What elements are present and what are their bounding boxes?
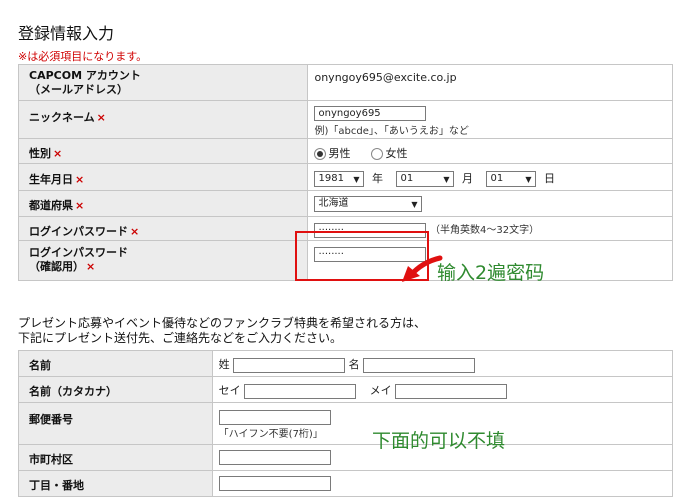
- section2-intro: プレゼント応募やイベント優待などのファンクラブ特典を希望される方は、 下記にプレ…: [18, 316, 426, 346]
- pref-label-cell: 都道府県 ×: [17, 190, 309, 217]
- birth-month-select[interactable]: 01 ▼: [396, 171, 455, 187]
- birth-year-value: 1981: [318, 173, 344, 184]
- nickname-input[interactable]: onyngoy695: [314, 106, 427, 121]
- name-label-cell: 名前: [18, 350, 213, 377]
- zip-label: 郵便番号: [29, 413, 73, 426]
- required-mark: ×: [86, 260, 96, 273]
- required-mark: ×: [75, 199, 85, 212]
- name-cell: 姓 名: [211, 350, 673, 377]
- pref-value: 北海道: [318, 198, 349, 209]
- birth-year-unit: 年: [371, 172, 383, 185]
- nickname-hint: 例)「abcde」、「あいうえお」など: [314, 126, 469, 137]
- zip-input[interactable]: [218, 410, 331, 425]
- kana-label: 名前（カタカナ）: [29, 385, 117, 398]
- first-name-input[interactable]: [363, 357, 476, 373]
- nickname-label: ニックネーム: [29, 111, 95, 124]
- kana-label-cell: 名前（カタカナ）: [18, 376, 213, 403]
- birth-cell: 1981 ▼ 年 01 ▼ 月 01 ▼ 日: [307, 163, 673, 191]
- name-label: 名前: [29, 359, 51, 372]
- address-label: 丁目・番地: [29, 479, 84, 492]
- birth-month-value: 01: [400, 173, 414, 184]
- required-mark: ×: [75, 173, 85, 186]
- password-hint: （半角英数4〜32文字）: [429, 225, 540, 236]
- annotation-enter-twice: 输入2遍密码: [437, 262, 545, 284]
- account-label: CAPCOM アカウント （メールアドレス）: [17, 64, 309, 101]
- city-label-cell: 市町村区: [18, 444, 213, 471]
- password-confirm-label-line2: （確認用）: [29, 260, 84, 273]
- nickname-label-cell: ニックネーム ×: [17, 100, 309, 139]
- address-label-cell: 丁目・番地: [18, 470, 213, 497]
- section2-line1: プレゼント応募やイベント優待などのファンクラブ特典を希望される方は、: [18, 316, 427, 330]
- birth-year-select[interactable]: 1981 ▼: [314, 171, 365, 187]
- required-mark: ×: [53, 147, 63, 160]
- password-label: ログインパスワード: [29, 225, 128, 238]
- account-label-line2: （メールアドレス）: [29, 83, 128, 96]
- password-label-cell: ログインパスワード ×: [17, 216, 309, 241]
- chevron-down-icon: ▼: [525, 175, 532, 184]
- password-confirm-label-cell: ログインパスワード （確認用） ×: [17, 240, 309, 281]
- birth-day-value: 01: [490, 173, 504, 184]
- birth-month-unit: 月: [461, 172, 473, 185]
- pref-label: 都道府県: [29, 199, 73, 212]
- gender-female-label[interactable]: 女性: [385, 147, 407, 160]
- address-cell: [211, 470, 673, 497]
- gender-male-label[interactable]: 男性: [328, 147, 350, 160]
- account-value-cell: onyngoy695@excite.co.jp: [307, 64, 673, 101]
- address-form: 名前 姓 名 名前（カタカナ） セイ メイ 郵便番号 「ハイフン不要(7桁)」: [18, 350, 673, 497]
- nickname-cell: onyngoy695 例)「abcde」、「あいうえお」など: [307, 100, 673, 139]
- gender-cell: 男性 女性: [307, 138, 673, 164]
- annotation-below-optional: 下面的可以不填: [372, 430, 506, 452]
- required-mark: ×: [96, 111, 106, 124]
- birth-day-select[interactable]: 01 ▼: [486, 171, 537, 187]
- account-value: onyngoy695@excite.co.jp: [314, 71, 457, 84]
- gender-male-radio[interactable]: [314, 148, 327, 160]
- kana-cell: セイ メイ: [211, 376, 673, 403]
- kana-first-input[interactable]: [395, 383, 508, 399]
- page-title: 登録情報入力: [18, 24, 115, 43]
- city-input[interactable]: [218, 450, 331, 465]
- birth-day-unit: 日: [543, 172, 555, 185]
- gender-label: 性別: [29, 147, 51, 160]
- pref-select[interactable]: 北海道 ▼: [314, 196, 423, 212]
- kana-last-prefix: セイ: [218, 384, 241, 397]
- kana-last-input[interactable]: [244, 383, 357, 399]
- gender-label-cell: 性別 ×: [17, 138, 309, 164]
- last-name-prefix: 姓: [218, 358, 230, 371]
- city-label: 市町村区: [29, 453, 73, 466]
- birth-label-cell: 生年月日 ×: [17, 163, 309, 191]
- birth-label: 生年月日: [29, 173, 73, 186]
- chevron-down-icon: ▼: [411, 200, 418, 209]
- account-label-line1: CAPCOM アカウント: [29, 69, 141, 82]
- zip-label-cell: 郵便番号: [18, 402, 213, 445]
- first-name-prefix: 名: [348, 358, 360, 371]
- section2-line2: 下記にプレゼント送付先、ご連絡先などをご入力ください。: [18, 331, 343, 345]
- kana-first-prefix: メイ: [369, 384, 392, 397]
- last-name-input[interactable]: [233, 357, 346, 373]
- chevron-down-icon: ▼: [443, 175, 450, 184]
- required-note: ※は必須項目になります。: [18, 50, 148, 63]
- required-mark: ×: [130, 225, 140, 238]
- chevron-down-icon: ▼: [353, 175, 360, 184]
- pref-cell: 北海道 ▼: [307, 190, 673, 217]
- password-confirm-label-line1: ログインパスワード: [29, 246, 128, 259]
- address-input[interactable]: [218, 476, 331, 491]
- gender-female-radio[interactable]: [371, 148, 384, 160]
